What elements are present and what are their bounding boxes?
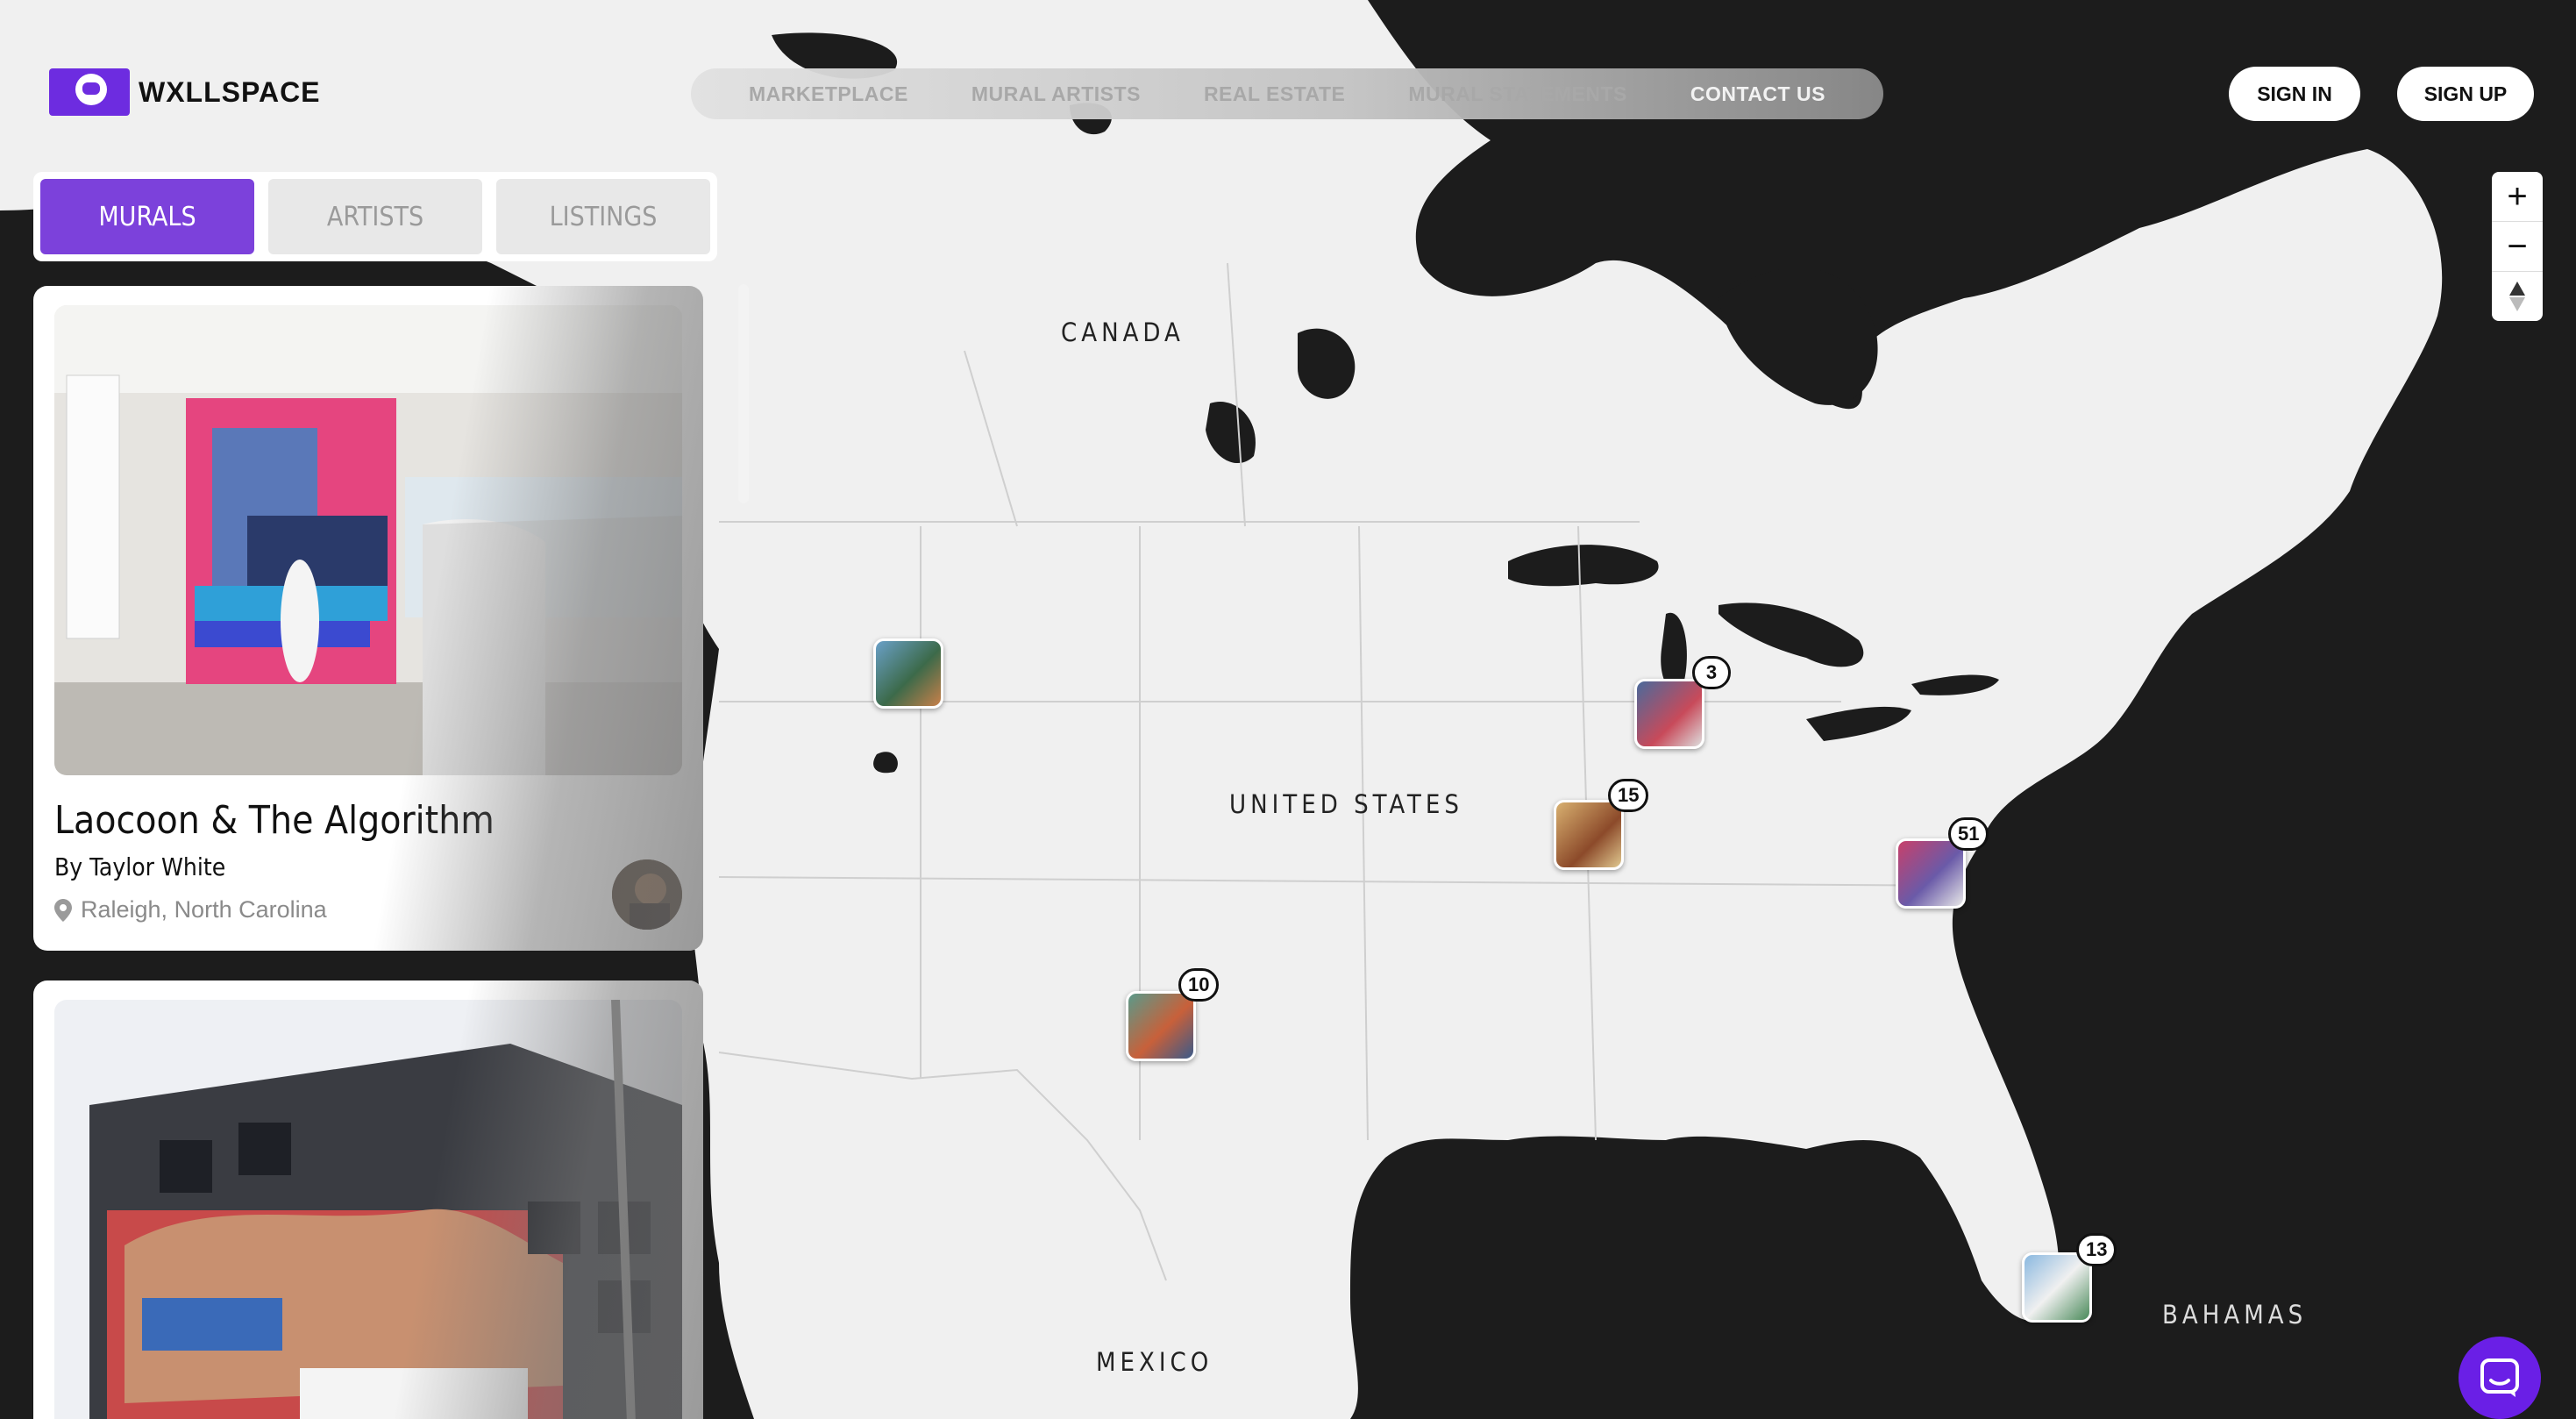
cluster-count: 15 (1608, 779, 1649, 812)
compass-icon (2509, 282, 2525, 311)
map-label-canada: CANADA (1061, 317, 1185, 347)
nav-marketplace[interactable]: MARKETPLACE (749, 82, 908, 106)
cluster-count: 13 (2076, 1233, 2117, 1266)
sign-in-button[interactable]: SIGN IN (2229, 67, 2360, 121)
main-nav: MARKETPLACE MURAL ARTISTS REAL ESTATE MU… (691, 68, 1883, 119)
mural-cluster-marker[interactable] (1896, 838, 1966, 909)
tab-murals[interactable]: MURALS (40, 179, 254, 254)
cluster-count: 51 (1948, 817, 1989, 851)
nav-contact-us[interactable]: CONTACT US (1690, 82, 1825, 106)
cluster-count: 3 (1692, 656, 1731, 689)
mural-location-text: Raleigh, North Carolina (81, 896, 327, 923)
nav-mural-artists[interactable]: MURAL ARTISTS (971, 82, 1141, 106)
chat-icon (2480, 1358, 2519, 1397)
chat-button[interactable] (2459, 1337, 2541, 1419)
mural-photo (54, 305, 682, 775)
brand-name: WXLLSPACE (139, 75, 321, 108)
compass-button[interactable] (2492, 272, 2543, 321)
astronaut-logo-icon (49, 68, 130, 116)
mural-artist[interactable]: By Taylor White (54, 852, 225, 881)
tab-artists[interactable]: ARTISTS (268, 179, 482, 254)
brand-logo[interactable]: WXLLSPACE (49, 68, 321, 116)
cluster-count: 10 (1178, 968, 1220, 1002)
mural-cluster-marker[interactable] (2022, 1252, 2092, 1323)
map-zoom-controls: + − (2492, 172, 2543, 321)
map-pin-icon (54, 898, 72, 922)
artist-avatar[interactable] (612, 859, 682, 930)
tab-listings[interactable]: LISTINGS (496, 179, 710, 254)
mural-cluster-marker[interactable] (1126, 991, 1196, 1061)
map-label-united-states: UNITED STATES (1229, 789, 1463, 819)
mural-card[interactable]: Laocoon & The Algorithm By Taylor White … (33, 286, 703, 951)
nav-real-estate[interactable]: REAL ESTATE (1204, 82, 1345, 106)
sidebar-scrollbar[interactable] (738, 284, 749, 503)
map-label-bahamas: BAHAMAS (2162, 1300, 2308, 1330)
map-label-mexico: MEXICO (1096, 1347, 1213, 1377)
zoom-out-button[interactable]: − (2492, 222, 2543, 272)
mural-photo (54, 1000, 682, 1419)
nav-mural-statements[interactable]: MURAL STATEMENTS (1408, 82, 1627, 106)
zoom-in-button[interactable]: + (2492, 172, 2543, 222)
mural-card[interactable] (33, 980, 703, 1419)
view-tabs: MURALS ARTISTS LISTINGS (33, 172, 717, 261)
mural-cluster-marker[interactable] (1554, 800, 1624, 870)
mural-marker[interactable] (873, 638, 943, 709)
sign-up-button[interactable]: SIGN UP (2397, 67, 2534, 121)
mural-title[interactable]: Laocoon & The Algorithm (54, 798, 495, 843)
mural-location: Raleigh, North Carolina (54, 896, 327, 923)
mural-cluster-marker[interactable] (1634, 679, 1704, 749)
